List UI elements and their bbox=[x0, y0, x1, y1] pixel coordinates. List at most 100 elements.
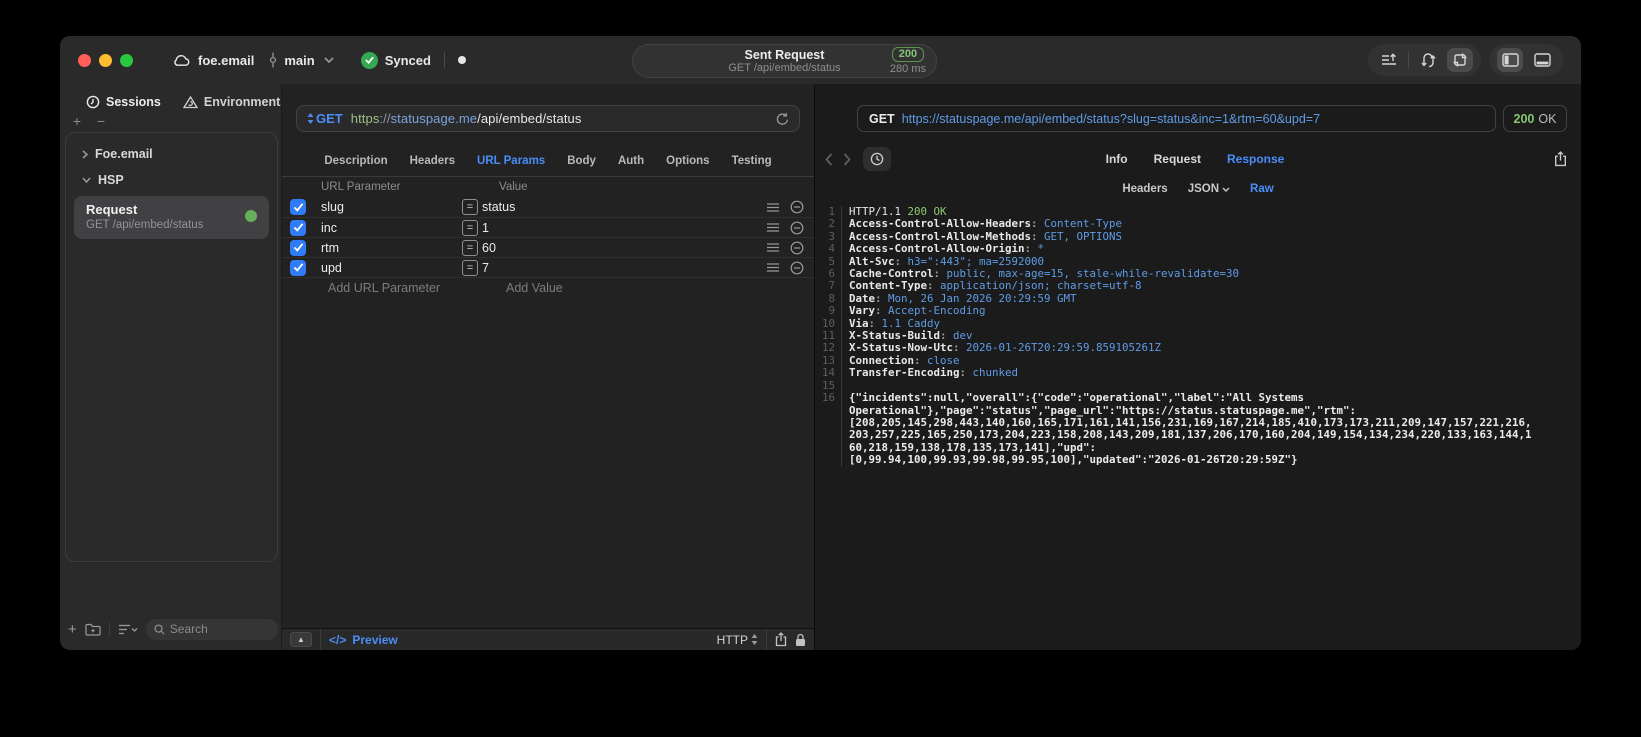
raw-response-view[interactable]: 1 HTTP/1.1 200 OK 2 Access-Control-Allow-He… bbox=[815, 206, 1581, 650]
tab-headers[interactable]: Headers bbox=[410, 155, 455, 167]
drag-handle-icon[interactable] bbox=[762, 202, 784, 212]
line-number bbox=[815, 429, 835, 441]
titlebar: foe.email main Synced Sent Request GET /… bbox=[60, 36, 1581, 84]
chevron-down-icon bbox=[82, 177, 91, 183]
close-button[interactable] bbox=[78, 53, 91, 67]
toolbar-group-left bbox=[1368, 44, 1481, 76]
tab-options[interactable]: Options bbox=[666, 155, 709, 167]
request-list-item[interactable]: Request GET /api/embed/status bbox=[74, 196, 269, 239]
tab-info[interactable]: Info bbox=[1106, 152, 1128, 166]
url-params-table: URL Parameter Value slug = status inc = 1 rtm =… bbox=[282, 176, 814, 297]
layout-sidebar-icon[interactable] bbox=[1497, 48, 1523, 72]
drag-handle-icon[interactable] bbox=[762, 263, 784, 272]
zoom-button[interactable] bbox=[120, 53, 133, 67]
sort-filter-icon[interactable] bbox=[118, 624, 138, 635]
gutter-divider bbox=[835, 268, 842, 281]
tab-sessions[interactable]: Sessions bbox=[86, 95, 161, 109]
tab-description[interactable]: Description bbox=[324, 155, 387, 167]
branch-name[interactable]: main bbox=[284, 53, 314, 68]
response-method: GET bbox=[869, 111, 895, 126]
response-tabs: Info Request Response bbox=[823, 146, 1567, 172]
subtab-json[interactable]: JSON bbox=[1188, 183, 1230, 195]
param-value[interactable]: 1 bbox=[482, 221, 762, 235]
import-export-icon[interactable] bbox=[1447, 48, 1473, 72]
param-name[interactable]: rtm bbox=[321, 241, 462, 255]
request-url-bar[interactable]: GET https://statuspage.me/api/embed/stat… bbox=[296, 105, 800, 132]
protocol-selector[interactable]: HTTP bbox=[717, 633, 758, 647]
checkbox-checked-icon[interactable] bbox=[290, 199, 306, 215]
layout-bottombar-icon[interactable] bbox=[1529, 48, 1555, 72]
import-list-icon[interactable] bbox=[1376, 48, 1402, 72]
tab-body[interactable]: Body bbox=[567, 155, 596, 167]
subtab-headers[interactable]: Headers bbox=[1122, 183, 1167, 195]
chevron-down-icon bbox=[324, 57, 334, 63]
drag-handle-icon[interactable] bbox=[762, 243, 784, 252]
drag-handle-icon[interactable] bbox=[762, 223, 784, 232]
param-row-upd[interactable]: upd = 7 bbox=[282, 257, 814, 277]
param-value[interactable]: status bbox=[482, 200, 762, 214]
request-item-title: Request bbox=[86, 202, 138, 217]
add-param-placeholder[interactable]: Add URL Parameter bbox=[328, 281, 486, 295]
remove-row-icon[interactable] bbox=[784, 200, 810, 214]
tab-url-params[interactable]: URL Params bbox=[477, 155, 545, 167]
sidebar-group-hsp[interactable]: HSP bbox=[70, 167, 273, 193]
line-number bbox=[815, 405, 835, 417]
sidebar-group-foe-email[interactable]: Foe.email bbox=[70, 141, 273, 167]
param-value[interactable]: 7 bbox=[482, 261, 762, 275]
search-icon bbox=[154, 623, 165, 635]
remove-row-icon[interactable] bbox=[784, 261, 810, 275]
tab-testing[interactable]: Testing bbox=[732, 155, 772, 167]
session-tree-panel: Foe.email HSP Request GET /api/embed/stat… bbox=[65, 132, 278, 562]
response-status-box: 200 OK bbox=[1503, 105, 1567, 132]
remove-row-icon[interactable] bbox=[784, 241, 810, 255]
expand-panel-button[interactable]: ▲ bbox=[290, 632, 312, 647]
add-value-placeholder[interactable]: Add Value bbox=[506, 281, 814, 295]
param-row-rtm[interactable]: rtm = 60 bbox=[282, 237, 814, 257]
request-status-pill[interactable]: Sent Request GET /api/embed/status 200 2… bbox=[632, 44, 937, 78]
unsaved-dot-icon bbox=[457, 56, 466, 64]
add-param-row[interactable]: Add URL Parameter Add Value bbox=[282, 277, 814, 297]
param-name[interactable]: slug bbox=[321, 200, 462, 214]
subtab-raw[interactable]: Raw bbox=[1250, 183, 1274, 195]
sync-arrows-icon[interactable] bbox=[1415, 48, 1441, 72]
project-name[interactable]: foe.email bbox=[198, 53, 254, 68]
param-name[interactable]: inc bbox=[321, 221, 462, 235]
response-url-bar[interactable]: GET https://statuspage.me/api/embed/stat… bbox=[857, 105, 1496, 132]
status-code-badge: 200 bbox=[891, 47, 925, 62]
tab-environments[interactable]: Environments bbox=[182, 95, 288, 109]
code-text: [0,99.94,100,99.93,99.98,99.95,100],"upd… bbox=[849, 453, 1298, 467]
preview-button[interactable]: </> Preview bbox=[329, 633, 398, 647]
line-number: 4 bbox=[828, 242, 835, 256]
method-selector[interactable]: GET bbox=[307, 111, 343, 126]
add-request-button[interactable]: + bbox=[68, 621, 77, 638]
minimize-button[interactable] bbox=[99, 53, 112, 67]
add-session-button[interactable]: + bbox=[70, 113, 84, 129]
search-input[interactable] bbox=[169, 622, 270, 636]
line-number: 14 bbox=[821, 366, 835, 380]
tab-response[interactable]: Response bbox=[1227, 152, 1284, 166]
tab-request[interactable]: Request bbox=[1154, 152, 1201, 166]
sync-status[interactable]: Synced bbox=[385, 53, 431, 68]
new-folder-icon[interactable] bbox=[85, 623, 101, 636]
tab-environments-label: Environments bbox=[203, 95, 288, 109]
remove-session-button[interactable]: − bbox=[94, 113, 108, 129]
reload-icon[interactable] bbox=[776, 112, 789, 126]
gutter-divider bbox=[835, 454, 842, 467]
sidebar: Sessions Environments + − Foe.email HSP R… bbox=[60, 84, 287, 650]
param-value[interactable]: 60 bbox=[482, 241, 762, 255]
param-row-slug[interactable]: slug = status bbox=[282, 197, 814, 217]
param-name[interactable]: upd bbox=[321, 261, 462, 275]
sidebar-search[interactable] bbox=[145, 618, 278, 640]
remove-row-icon[interactable] bbox=[784, 221, 810, 235]
gutter-divider bbox=[835, 292, 842, 306]
checkbox-checked-icon[interactable] bbox=[290, 219, 306, 236]
share-icon[interactable] bbox=[775, 632, 787, 647]
subtab-label: Raw bbox=[1250, 183, 1274, 195]
checkbox-checked-icon[interactable] bbox=[290, 239, 306, 256]
tab-auth[interactable]: Auth bbox=[618, 155, 644, 167]
lock-icon[interactable] bbox=[795, 633, 806, 647]
group-label: Foe.email bbox=[95, 147, 153, 161]
checkbox-checked-icon[interactable] bbox=[290, 259, 306, 276]
param-row-inc[interactable]: inc = 1 bbox=[282, 217, 814, 237]
export-share-icon[interactable] bbox=[1554, 151, 1567, 167]
